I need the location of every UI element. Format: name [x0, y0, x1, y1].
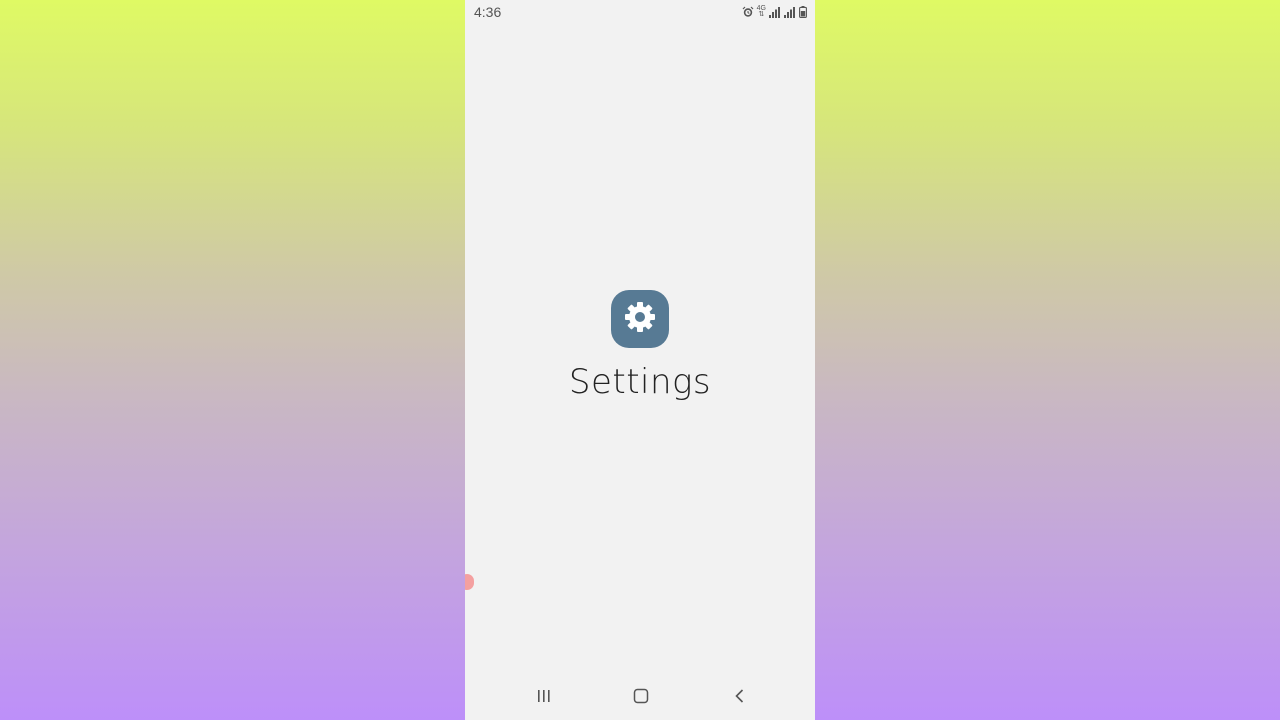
settings-app-icon	[611, 290, 669, 348]
recents-button[interactable]	[532, 686, 556, 710]
status-icons: 4G ⇅	[742, 5, 807, 19]
back-button[interactable]	[728, 686, 752, 710]
touch-indicator	[465, 574, 474, 590]
signal-icon	[784, 6, 796, 18]
home-icon	[633, 688, 649, 709]
recents-icon	[536, 689, 552, 708]
signal-icon	[769, 6, 781, 18]
phone-screen: 4:36 4G ⇅ Settings	[465, 0, 815, 720]
app-splash: Settings	[465, 290, 815, 402]
status-bar: 4:36 4G ⇅	[465, 0, 815, 24]
home-button[interactable]	[629, 686, 653, 710]
status-time: 4:36	[474, 4, 502, 20]
navigation-bar	[465, 676, 815, 720]
gear-icon	[621, 298, 659, 341]
network-arrows-label: ⇅	[758, 11, 765, 18]
network-4g-icon: 4G ⇅	[757, 5, 766, 18]
back-icon	[733, 688, 747, 709]
app-name: Settings	[568, 362, 712, 402]
battery-icon	[799, 6, 807, 18]
alarm-icon	[742, 6, 754, 18]
